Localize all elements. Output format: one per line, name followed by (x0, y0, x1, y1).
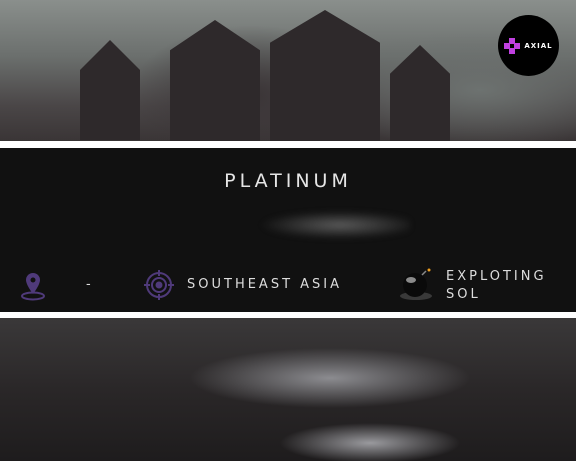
banner-image-bottom (0, 318, 576, 461)
location-pin-icon (21, 273, 45, 301)
gamepad-icon (504, 37, 521, 54)
role-line-2: SOL (446, 287, 481, 302)
role-line-1: EXPLOTING (446, 269, 547, 284)
target-icon (144, 270, 174, 300)
region-value: SOUTHEAST ASIA (187, 277, 343, 292)
logo-text: AXIAL (524, 41, 553, 50)
axial-logo[interactable]: AXIAL (498, 15, 559, 76)
divider (0, 141, 576, 148)
bomb-icon (400, 268, 432, 300)
location-value: - (86, 277, 94, 292)
rank-emblem (230, 205, 410, 255)
role-value: EXPLOTING SOL (446, 268, 547, 304)
rank-title: PLATINUM (224, 170, 352, 192)
banner-image-top: AXIAL (0, 0, 576, 141)
